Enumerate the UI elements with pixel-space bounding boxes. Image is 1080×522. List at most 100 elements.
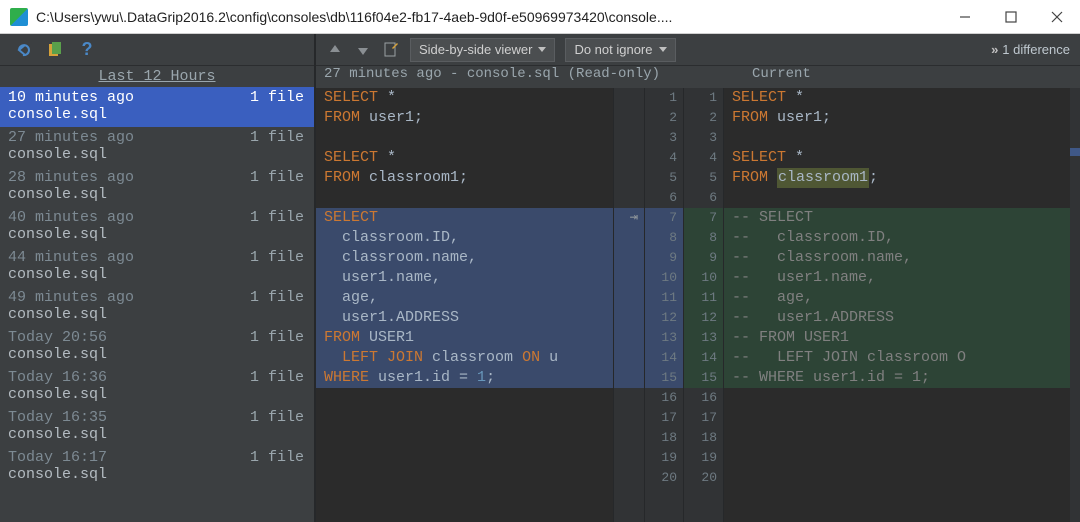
history-filecount: 1 file xyxy=(250,329,304,346)
patch-icon[interactable] xyxy=(46,41,64,59)
ignore-mode-dropdown[interactable]: Do not ignore xyxy=(565,38,675,62)
code-line xyxy=(316,408,613,428)
history-item[interactable]: 44 minutes ago1 fileconsole.sql xyxy=(0,247,314,287)
history-time: Today 16:36 xyxy=(8,369,107,386)
line-number: 12 xyxy=(645,308,683,328)
code-line: -- user1.name, xyxy=(724,268,1070,288)
code-line: -- age, xyxy=(724,288,1070,308)
line-number: 9 xyxy=(684,248,723,268)
splitter-handle[interactable]: ⋮ xyxy=(0,292,5,306)
history-item[interactable]: Today 16:351 fileconsole.sql xyxy=(0,407,314,447)
code-line: -- classroom.ID, xyxy=(724,228,1070,248)
line-number: 5 xyxy=(684,168,723,188)
code-line xyxy=(724,128,1070,148)
code-line: FROM classroom1; xyxy=(724,168,1070,188)
code-line xyxy=(316,428,613,448)
history-filecount: 1 file xyxy=(250,249,304,266)
line-number: 10 xyxy=(645,268,683,288)
code-line: FROM USER1 xyxy=(316,328,613,348)
chevron-down-icon xyxy=(538,47,546,52)
history-item[interactable]: Today 16:171 fileconsole.sql xyxy=(0,447,314,487)
gutter-cell xyxy=(614,188,644,208)
gutter-cell xyxy=(614,308,644,328)
history-time: 40 minutes ago xyxy=(8,209,134,226)
code-line: age, xyxy=(316,288,613,308)
help-icon[interactable]: ? xyxy=(78,41,96,59)
code-line: FROM user1; xyxy=(316,108,613,128)
line-number: 20 xyxy=(684,468,723,488)
code-line xyxy=(316,448,613,468)
history-sidebar: ? Last 12 Hours 10 minutes ago1 filecons… xyxy=(0,34,316,522)
code-line xyxy=(724,468,1070,488)
history-list: 10 minutes ago1 fileconsole.sql27 minute… xyxy=(0,87,314,522)
history-time: 44 minutes ago xyxy=(8,249,134,266)
viewer-mode-dropdown[interactable]: Side-by-side viewer xyxy=(410,38,555,62)
center-gutter: ⇥ xyxy=(613,88,644,522)
line-number: 15 xyxy=(645,368,683,388)
code-line xyxy=(724,448,1070,468)
code-line: SELECT * xyxy=(724,88,1070,108)
line-number: 3 xyxy=(645,128,683,148)
window-title: C:\Users\ywu\.DataGrip2016.2\config\cons… xyxy=(36,9,942,25)
history-filecount: 1 file xyxy=(250,449,304,466)
history-item[interactable]: 49 minutes ago1 fileconsole.sql xyxy=(0,287,314,327)
code-line: classroom.ID, xyxy=(316,228,613,248)
gutter-cell xyxy=(614,428,644,448)
line-number: 11 xyxy=(684,288,723,308)
history-item[interactable]: 27 minutes ago 1 fileconsole.sql xyxy=(0,127,314,167)
left-code-pane[interactable]: SELECT *FROM user1;SELECT *FROM classroo… xyxy=(316,88,613,522)
arrow-up-icon[interactable] xyxy=(326,41,344,59)
history-time: 27 minutes ago xyxy=(8,129,134,146)
line-number: 10 xyxy=(684,268,723,288)
line-number: 7 xyxy=(684,208,723,228)
history-filename: console.sql xyxy=(8,346,304,363)
line-number: 6 xyxy=(645,188,683,208)
close-button[interactable] xyxy=(1034,0,1080,34)
code-line: -- user1.ADDRESS xyxy=(724,308,1070,328)
revert-icon[interactable] xyxy=(14,41,32,59)
line-number: 16 xyxy=(645,388,683,408)
line-number: 8 xyxy=(684,228,723,248)
history-filecount: 1 file xyxy=(250,89,304,106)
edit-icon[interactable] xyxy=(382,41,400,59)
left-pane-title: 27 minutes ago - console.sql (Read-only) xyxy=(316,66,746,88)
gutter-cell xyxy=(614,108,644,128)
line-number: 13 xyxy=(684,328,723,348)
code-line: classroom.name, xyxy=(316,248,613,268)
gutter-cell xyxy=(614,88,644,108)
right-code-pane[interactable]: SELECT *FROM user1;SELECT *FROM classroo… xyxy=(724,88,1070,522)
chevrons-icon: » xyxy=(991,42,996,57)
code-line: -- FROM USER1 xyxy=(724,328,1070,348)
gutter-cell xyxy=(614,368,644,388)
minimize-button[interactable] xyxy=(942,0,988,34)
history-item[interactable]: Today 20:56 1 fileconsole.sql xyxy=(0,327,314,367)
gutter-cell xyxy=(614,388,644,408)
history-filename: console.sql xyxy=(8,146,304,163)
gutter-cell xyxy=(614,128,644,148)
code-line: -- LEFT JOIN classroom O xyxy=(724,348,1070,368)
history-filecount: 1 file xyxy=(250,369,304,386)
chevron-down-icon xyxy=(659,47,667,52)
maximize-button[interactable] xyxy=(988,0,1034,34)
line-number: 20 xyxy=(645,468,683,488)
history-item[interactable]: 28 minutes ago1 fileconsole.sql xyxy=(0,167,314,207)
history-item[interactable]: 40 minutes ago1 fileconsole.sql xyxy=(0,207,314,247)
code-line: user1.ADDRESS xyxy=(316,308,613,328)
history-filecount: 1 file xyxy=(250,129,304,146)
history-time: 28 minutes ago xyxy=(8,169,134,186)
code-line: SELECT * xyxy=(316,148,613,168)
code-line xyxy=(724,428,1070,448)
history-item[interactable]: 10 minutes ago1 fileconsole.sql xyxy=(0,87,314,127)
gutter-cell xyxy=(614,248,644,268)
arrow-down-icon[interactable] xyxy=(354,41,372,59)
code-line: SELECT xyxy=(316,208,613,228)
right-line-gutter: 1234567891011121314151617181920 xyxy=(684,88,724,522)
history-item[interactable]: Today 16:361 fileconsole.sql xyxy=(0,367,314,407)
diff-body: SELECT *FROM user1;SELECT *FROM classroo… xyxy=(316,88,1080,522)
line-number: 6 xyxy=(684,188,723,208)
history-time: Today 20:56 xyxy=(8,329,107,346)
change-marker[interactable] xyxy=(1070,148,1080,156)
code-line: SELECT * xyxy=(724,148,1070,168)
right-marker-stripe[interactable] xyxy=(1070,88,1080,522)
code-line: FROM classroom1; xyxy=(316,168,613,188)
